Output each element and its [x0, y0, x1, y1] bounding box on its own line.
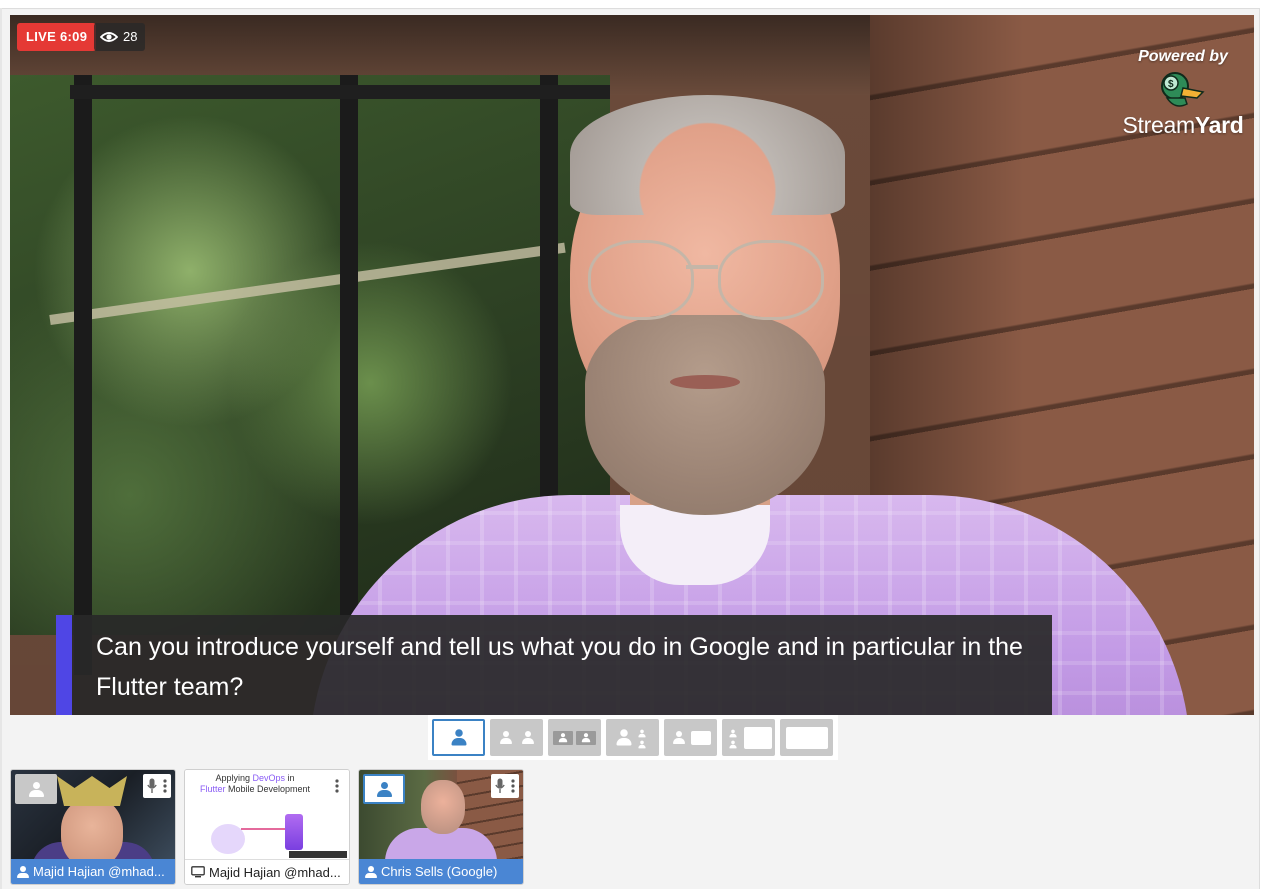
layout-leader-button[interactable]	[606, 719, 659, 756]
microphone-icon[interactable]	[495, 778, 505, 794]
layout-small-tile	[576, 730, 596, 745]
speaker-hair	[570, 95, 845, 215]
more-options-icon[interactable]	[163, 779, 167, 793]
participant-namebar: Chris Sells (Google)	[359, 859, 523, 884]
top-strip	[0, 0, 1268, 9]
participant-controls	[329, 774, 345, 798]
participant-tile[interactable]: Applying DevOps in Flutter Mobile Develo…	[184, 769, 350, 885]
person-icon	[728, 729, 738, 738]
slide-illustration	[211, 824, 245, 854]
screen-share-icon	[191, 866, 205, 878]
microphone-icon[interactable]	[147, 778, 157, 794]
slide-title: Applying DevOps in Flutter Mobile Develo…	[199, 773, 311, 794]
participant-name: Chris Sells (Google)	[381, 864, 498, 879]
layout-solo-button[interactable]	[432, 719, 485, 756]
participant-namebar: Majid Hajian @mhad...	[185, 859, 349, 884]
more-options-icon[interactable]	[511, 779, 515, 793]
layout-side-stack	[634, 727, 650, 749]
layout-screen-tile	[744, 726, 772, 749]
layout-selector	[428, 715, 838, 760]
streamyard-duck-logo: $	[1161, 72, 1205, 107]
participant-name: Majid Hajian @mhad...	[33, 864, 165, 879]
person-icon	[728, 740, 738, 749]
layout-screen-tile	[785, 726, 828, 749]
streamyard-wordmark: StreamYard	[1122, 112, 1244, 138]
layout-screen-tile	[690, 730, 711, 745]
participant-tile[interactable]: Majid Hajian @mhad...	[10, 769, 176, 885]
participant-namebar: Majid Hajian @mhad...	[11, 859, 175, 884]
participant-face	[61, 798, 123, 859]
layout-side-stack	[725, 727, 741, 749]
person-icon	[27, 780, 45, 798]
left-edge	[0, 8, 2, 889]
window-frame	[74, 75, 92, 675]
person-icon	[671, 730, 687, 746]
layout-group-two-button[interactable]	[490, 719, 543, 756]
participant-face	[421, 780, 465, 834]
live-status-badge: LIVE 6:09	[17, 23, 97, 51]
person-icon	[375, 780, 393, 798]
slide-footer-bar	[289, 851, 347, 858]
person-icon	[580, 732, 591, 743]
participant-controls	[491, 774, 519, 798]
person-icon	[520, 730, 536, 746]
broadcast-stage: Can you introduce yourself and tell us w…	[10, 15, 1254, 715]
person-icon	[637, 740, 647, 749]
person-icon	[637, 729, 647, 738]
viewer-count: 28	[123, 29, 138, 44]
screen-share-preview: Applying DevOps in Flutter Mobile Develo…	[185, 770, 349, 859]
remove-from-stage-button[interactable]	[363, 774, 405, 804]
person-icon	[365, 865, 377, 878]
person-icon	[449, 728, 469, 748]
speaker-glasses-left	[588, 240, 694, 320]
right-scroll-edge[interactable]	[1259, 8, 1268, 889]
slide-illustration	[241, 828, 287, 830]
person-icon	[614, 728, 634, 748]
viewer-count-badge: 28	[94, 23, 146, 51]
layout-thin-left-button[interactable]	[722, 719, 775, 756]
speaker-glasses-right	[718, 240, 824, 320]
participant-tile[interactable]: Chris Sells (Google)	[358, 769, 524, 885]
speaker-glasses-bridge	[686, 265, 718, 269]
layout-side-by-side-button[interactable]	[664, 719, 717, 756]
speaker-mouth	[670, 375, 740, 389]
slide-phone-illustration	[285, 814, 303, 850]
add-to-stage-button[interactable]	[15, 774, 57, 804]
eye-icon	[100, 32, 118, 42]
person-icon	[17, 865, 29, 878]
svg-text:$: $	[1168, 79, 1174, 90]
layout-fullscreen-button[interactable]	[780, 719, 833, 756]
caption-banner: Can you introduce yourself and tell us w…	[56, 615, 1052, 715]
powered-by-branding: Powered by $ StreamYard	[1113, 48, 1253, 139]
powered-by-label: Powered by	[1138, 48, 1228, 65]
more-options-icon[interactable]	[335, 779, 339, 793]
speaker-beard	[585, 315, 825, 515]
person-icon	[498, 730, 514, 746]
participant-name: Majid Hajian @mhad...	[209, 864, 341, 880]
person-icon	[557, 732, 568, 743]
participant-controls	[143, 774, 171, 798]
layout-group-small-button[interactable]	[548, 719, 601, 756]
layout-small-tile	[553, 730, 573, 745]
